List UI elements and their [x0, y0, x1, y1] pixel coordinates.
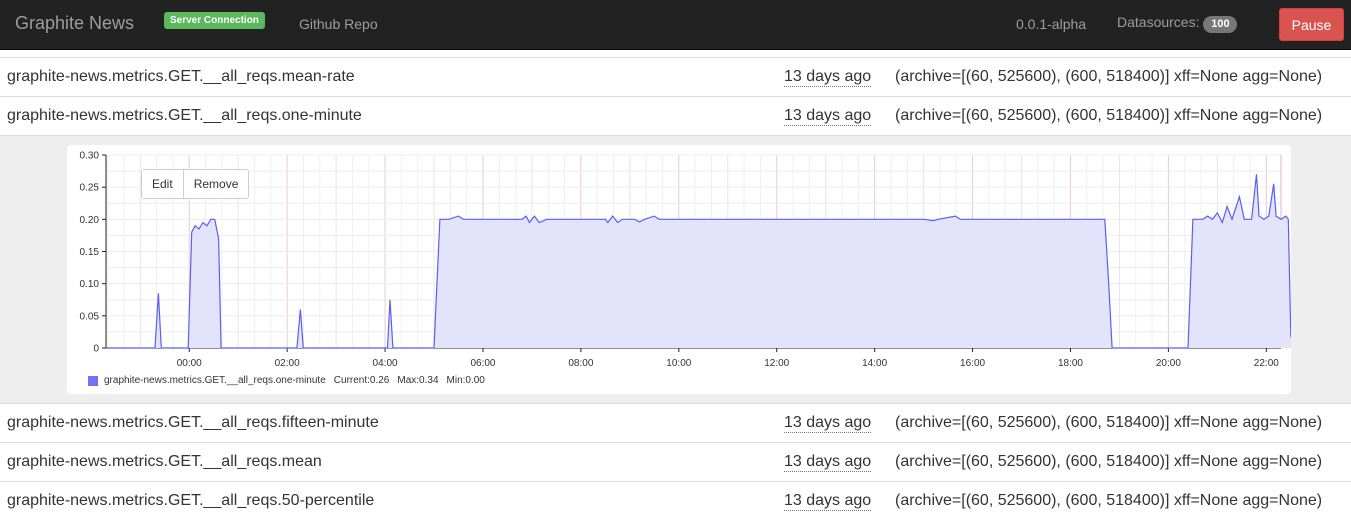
- list-item[interactable]: graphite-news.metrics.GET.__all_reqs.fif…: [0, 403, 1351, 442]
- x-tick-label: 22:00: [1254, 358, 1279, 369]
- metric-age: 13 days ago: [784, 453, 872, 472]
- x-tick-label: 10:00: [666, 358, 691, 369]
- metric-age: 13 days ago: [784, 107, 872, 126]
- y-tick-label: 0.25: [80, 183, 100, 194]
- metric-name: graphite-news.metrics.GET.__all_reqs.mea…: [7, 68, 355, 85]
- x-tick-label: 16:00: [960, 358, 985, 369]
- metric-chart-panel: 0 0.05 0.10 0.15 0.20 0.25 0.30 00:00 02:00 04:00…: [0, 135, 1351, 403]
- metric-info: (archive=[(60, 525600), (600, 518400)] x…: [895, 107, 1323, 124]
- datasources-count-badge: 100: [1203, 16, 1238, 33]
- list-item[interactable]: graphite-news.metrics.GET.__all_reqs.50-…: [0, 481, 1351, 520]
- x-tick-label: 04:00: [373, 358, 398, 369]
- metric-info: (archive=[(60, 525600), (600, 518400)] x…: [895, 492, 1323, 509]
- y-tick-label: 0: [93, 344, 99, 355]
- metric-info: (archive=[(60, 525600), (600, 518400)] x…: [895, 453, 1323, 470]
- metric-chart: 0 0.05 0.10 0.15 0.20 0.25 0.30 00:00 02:00 04:00…: [80, 151, 1291, 369]
- x-tick-label: 06:00: [470, 358, 495, 369]
- brand-link[interactable]: Graphite News: [15, 13, 134, 34]
- github-repo-link[interactable]: Github Repo: [299, 16, 378, 32]
- chart-button-group: Edit Remove: [141, 169, 250, 199]
- datasources-label: Datasources:: [1117, 14, 1200, 30]
- metric-info: (archive=[(60, 525600), (600, 518400)] x…: [895, 414, 1323, 431]
- x-tick-label: 00:00: [177, 358, 202, 369]
- edit-button[interactable]: Edit: [142, 170, 183, 198]
- metric-name: graphite-news.metrics.GET.__all_reqs.fif…: [7, 414, 379, 431]
- version-label: 0.0.1-alpha: [1016, 16, 1087, 32]
- datasources-link[interactable]: Datasources: 100: [1117, 14, 1238, 33]
- x-tick-label: 20:00: [1156, 358, 1181, 369]
- chart-legend: graphite-news.metrics.GET.__all_reqs.one…: [88, 375, 485, 386]
- legend-swatch[interactable]: [88, 375, 98, 386]
- metric-name: graphite-news.metrics.GET.__all_reqs.mea…: [7, 453, 322, 470]
- y-tick-label: 0.05: [80, 311, 100, 322]
- metric-age: 13 days ago: [784, 414, 872, 433]
- legend-max: Max:0.34: [397, 375, 439, 386]
- metric-age: 13 days ago: [784, 68, 872, 87]
- y-tick-label: 0.10: [80, 279, 100, 290]
- chart-card: 0 0.05 0.10 0.15 0.20 0.25 0.30 00:00 02:00 04:00…: [67, 145, 1291, 394]
- metric-info: (archive=[(60, 525600), (600, 518400)] x…: [895, 68, 1323, 85]
- server-connection-badge: Server Connection: [164, 12, 265, 29]
- y-tick-label: 0.30: [80, 151, 100, 162]
- x-tick-label: 12:00: [764, 358, 789, 369]
- list-item[interactable]: graphite-news.metrics.GET.__all_reqs.one…: [0, 96, 1351, 135]
- legend-series-name[interactable]: graphite-news.metrics.GET.__all_reqs.one…: [104, 375, 326, 386]
- legend-current: Current:0.26: [333, 375, 390, 386]
- list-item[interactable]: graphite-news.metrics.GET.__all_reqs.mea…: [0, 57, 1351, 96]
- series-area: [106, 174, 1291, 348]
- metric-name: graphite-news.metrics.GET.__all_reqs.one…: [7, 107, 362, 124]
- pause-button[interactable]: Pause: [1279, 8, 1344, 41]
- list-item[interactable]: graphite-news.metrics.GET.__all_reqs.mea…: [0, 442, 1351, 481]
- y-tick-label: 0.20: [80, 215, 100, 226]
- metric-age: 13 days ago: [784, 492, 872, 511]
- remove-button[interactable]: Remove: [182, 170, 249, 198]
- x-tick-label: 08:00: [568, 358, 593, 369]
- x-tick-label: 14:00: [862, 358, 887, 369]
- x-tick-label: 02:00: [275, 358, 300, 369]
- navbar: Graphite News Server Connection Github R…: [0, 0, 1351, 50]
- x-tick-label: 18:00: [1058, 358, 1083, 369]
- metric-name: graphite-news.metrics.GET.__all_reqs.50-…: [7, 492, 375, 509]
- y-tick-label: 0.15: [80, 247, 100, 258]
- legend-min: Min:0.00: [446, 375, 485, 386]
